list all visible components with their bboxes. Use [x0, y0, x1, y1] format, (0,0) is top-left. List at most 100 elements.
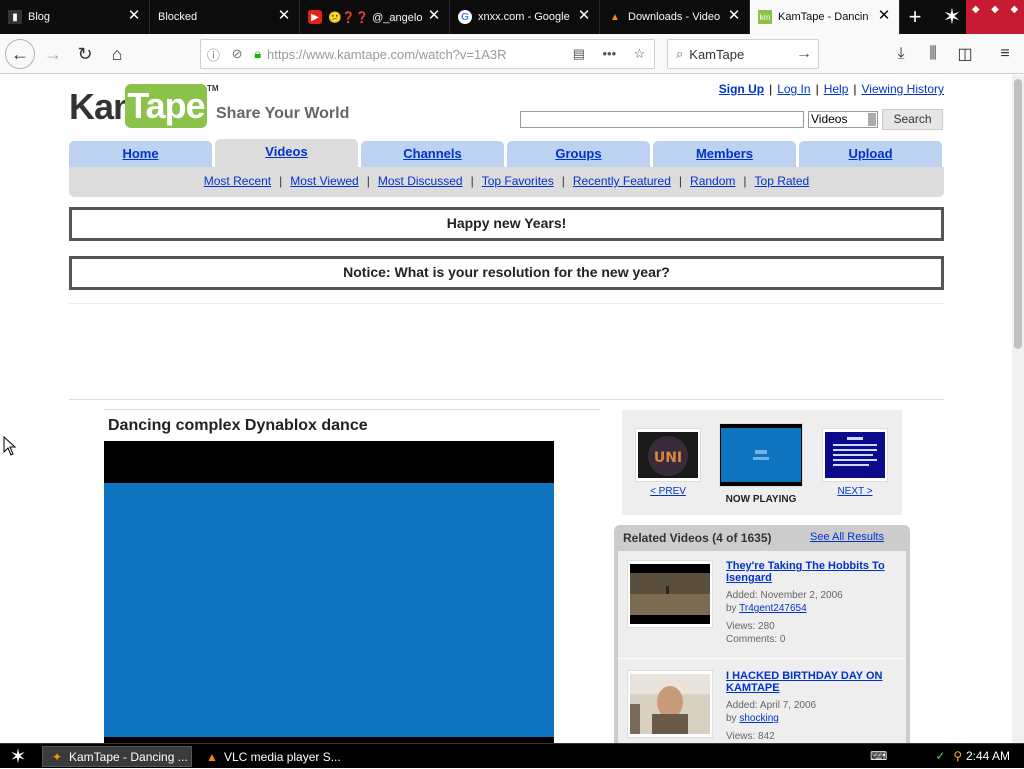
tab-upload[interactable]: Upload [799, 141, 942, 167]
close-icon[interactable]: ✕ [577, 8, 591, 23]
browser-tab-kamtape[interactable]: km KamTape - Dancin ✕ [750, 0, 900, 34]
taskbar-item-firefox[interactable]: ✦ KamTape - Dancing ... [42, 746, 192, 767]
video-navigation: UNI < PREV NOW PLAYING NEXT > [622, 410, 902, 515]
web-page: Kam Tape TM Share Your World Sign Up | Log… [0, 75, 1012, 743]
viewing-history-link[interactable]: Viewing History [862, 82, 944, 96]
prev-video[interactable]: UNI < PREV [633, 428, 703, 497]
close-window-icon[interactable]: ◆ [1010, 4, 1018, 15]
taskbar-clock[interactable]: 2:44 AM [966, 749, 1010, 763]
log-in-link[interactable]: Log In [777, 82, 810, 96]
url-bar[interactable]: ⓘ ⊘ 🔒︎ https://www.kamtape.com/watch?v=1… [200, 39, 655, 69]
video-screen[interactable] [104, 483, 554, 737]
vlc-icon: ▲ [610, 11, 620, 23]
site-search-input[interactable] [520, 111, 804, 128]
video-thumbnail[interactable] [822, 428, 888, 482]
now-playing-thumbnail-image [721, 428, 801, 482]
browser-tab-downloads[interactable]: ▲ Downloads - Video ✕ [600, 0, 750, 34]
related-video-title[interactable]: I HACKED BIRTHDAY DAY ON KAMTAPE [726, 670, 896, 694]
home-button[interactable]: ⌂ [102, 39, 132, 69]
author-link[interactable]: shocking [739, 713, 778, 724]
page-actions-icon[interactable]: ••• [602, 46, 616, 62]
subnav-most-discussed[interactable]: Most Discussed [378, 174, 463, 188]
search-category-select[interactable]: Videos [808, 111, 878, 128]
next-thumbnail-image [825, 432, 885, 478]
google-icon: G [458, 10, 472, 24]
browser-tab-blog[interactable]: ▮ Blog ✕ [0, 0, 150, 34]
bookmark-star-icon[interactable]: ☆ [634, 46, 646, 62]
library-icon: ⫼ [929, 45, 937, 62]
subnav-random[interactable]: Random [690, 174, 735, 188]
subnav-most-recent[interactable]: Most Recent [204, 174, 271, 188]
video-thumbnail[interactable] [627, 560, 713, 628]
related-video-author: by Tr4gent247654 [726, 602, 896, 615]
subnav-most-viewed[interactable]: Most Viewed [290, 174, 358, 188]
reader-view-icon[interactable]: ▤ [573, 46, 585, 62]
forward-button[interactable]: → [38, 39, 68, 69]
vertical-scrollbar[interactable] [1012, 75, 1024, 743]
scrollbar-thumb[interactable] [1014, 79, 1022, 349]
library-button[interactable]: ⫼ [918, 39, 948, 69]
browser-search-bar[interactable]: ⌕ KamTape → [667, 39, 819, 69]
search-icon[interactable]: ⚲ [953, 749, 962, 763]
prev-link[interactable]: < PREV [633, 486, 703, 497]
author-link[interactable]: Tr4gent247654 [739, 603, 806, 614]
close-icon[interactable]: ✕ [277, 8, 291, 23]
url-bar-identity[interactable]: ⓘ ⊘ 🔒︎ [201, 45, 267, 64]
tab-groups[interactable]: Groups [507, 141, 650, 167]
tab-videos[interactable]: Videos [215, 139, 358, 167]
close-icon[interactable]: ✕ [727, 8, 741, 23]
sidebar-button[interactable]: ◫ [950, 39, 980, 69]
related-videos-heading: Related Videos (4 of 1635) [623, 531, 772, 545]
subnav-top-favorites[interactable]: Top Favorites [482, 174, 554, 188]
see-all-results-link[interactable]: See All Results [810, 531, 884, 543]
taskbar-item-vlc[interactable]: ▲ VLC media player S... [198, 746, 348, 767]
related-video-views: Views: 280 [726, 621, 775, 632]
window-controls[interactable]: ◆ ◆ ◆ [966, 0, 1024, 34]
back-button[interactable]: ← [5, 39, 35, 69]
menu-button[interactable]: ≡ [990, 39, 1020, 69]
keyboard-icon[interactable]: ⌨ [870, 749, 887, 763]
next-video[interactable]: NEXT > [820, 428, 890, 497]
help-link[interactable]: Help [824, 82, 849, 96]
browser-tab-youtube[interactable]: ▶ 😕❓❓ @_angelo ✕ [300, 0, 450, 34]
search-placeholder: KamTape [689, 46, 745, 62]
info-icon[interactable]: ⓘ [207, 45, 220, 64]
maximize-icon[interactable]: ◆ [991, 4, 999, 15]
start-menu-icon[interactable]: ✶ [2, 744, 34, 768]
tab-label: Members [695, 146, 754, 161]
video-player[interactable] [104, 441, 554, 743]
star-icon[interactable]: ✶ [938, 2, 966, 32]
close-icon[interactable]: ✕ [427, 8, 441, 23]
autoplay-blocked-icon[interactable]: ⊘ [232, 46, 243, 62]
browser-tab-google[interactable]: G xnxx.com - Google ✕ [450, 0, 600, 34]
related-video-title[interactable]: They're Taking The Hobbits To Isengard [726, 560, 896, 584]
downloads-button[interactable]: ⤓ [886, 39, 916, 69]
taskbar-item-label: VLC media player S... [224, 749, 341, 764]
url-text[interactable]: https://www.kamtape.com/watch?v=1A3R [267, 47, 564, 62]
new-tab-button[interactable]: + [900, 0, 930, 34]
lock-icon[interactable]: 🔒︎ [254, 46, 261, 62]
close-icon[interactable]: ✕ [877, 8, 891, 23]
vlc-icon: ▲ [206, 749, 218, 764]
tab-home[interactable]: Home [69, 141, 212, 167]
related-videos-list: They're Taking The Hobbits To Isengard A… [618, 551, 906, 743]
sign-up-link[interactable]: Sign Up [719, 82, 764, 96]
network-icon[interactable]: ✓ [935, 749, 945, 763]
by-label: by [726, 713, 740, 724]
video-thumbnail[interactable] [627, 670, 713, 738]
minimize-icon[interactable]: ◆ [972, 4, 980, 15]
subnav-top-rated[interactable]: Top Rated [755, 174, 810, 188]
subnav-recently-featured[interactable]: Recently Featured [573, 174, 671, 188]
taskbar: ✶ ✦ KamTape - Dancing ... ▲ VLC media pl… [0, 743, 1024, 768]
reload-button[interactable]: ↻ [70, 39, 100, 69]
close-icon[interactable]: ✕ [127, 8, 141, 23]
site-search-button[interactable]: Search [882, 109, 943, 130]
next-link[interactable]: NEXT > [820, 486, 890, 497]
video-thumbnail[interactable]: UNI [635, 428, 701, 482]
browser-tab-blocked[interactable]: Blocked ✕ [150, 0, 300, 34]
tab-members[interactable]: Members [653, 141, 796, 167]
search-go-icon[interactable]: → [796, 45, 812, 63]
tab-channels[interactable]: Channels [361, 141, 504, 167]
taskbar-item-label: KamTape - Dancing ... [69, 749, 188, 764]
home-icon: ⌂ [111, 43, 123, 64]
